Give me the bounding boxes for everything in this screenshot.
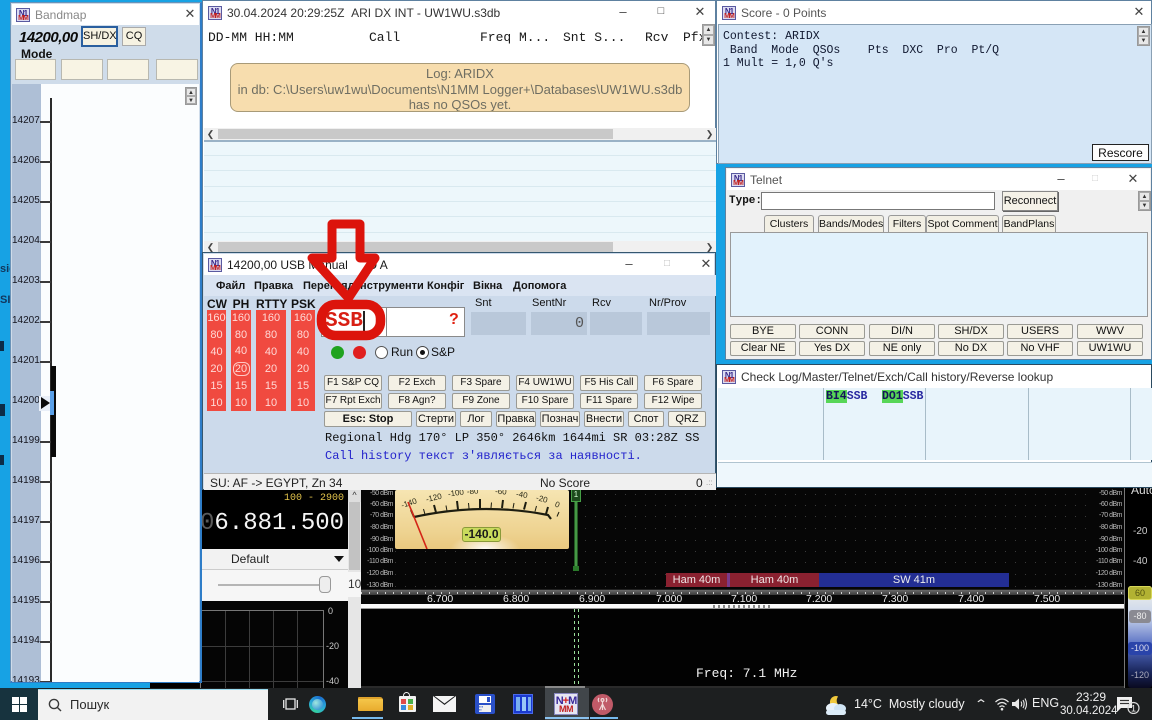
- svg-text:1: 1: [1131, 704, 1136, 714]
